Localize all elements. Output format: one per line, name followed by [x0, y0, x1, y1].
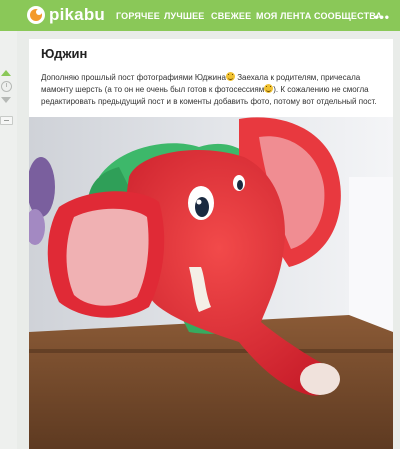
logo-text: pikabu — [49, 5, 105, 24]
nav-item-new[interactable]: СВЕЖЕЕ — [211, 0, 251, 31]
smile-emoji-icon — [225, 72, 235, 81]
post-text-part: Дополняю прошлый пост фотографиями Юджин… — [41, 73, 226, 82]
more-dots-icon[interactable]: ••• — [374, 10, 390, 24]
smile-emoji-icon — [264, 84, 274, 93]
nav-item-hot[interactable]: ГОРЯЧЕЕ — [116, 0, 160, 31]
nav-item-label: СООБЩЕСТВА — [314, 10, 383, 21]
post-photo[interactable] — [29, 117, 393, 449]
clock-icon[interactable] — [1, 81, 12, 92]
elephant-toy-photo — [29, 117, 393, 449]
post-text: Дополняю прошлый пост фотографиями Юджин… — [41, 72, 386, 108]
downvote-arrow-icon[interactable] — [1, 97, 11, 103]
post-title[interactable]: Юджин — [41, 46, 87, 61]
nav-item-my-feed[interactable]: МОЯ ЛЕНТА — [256, 0, 311, 31]
pikabu-logo[interactable]: pikabu — [27, 5, 105, 25]
nav-item-label: СВЕЖЕЕ — [211, 10, 252, 21]
post-side-panel — [0, 31, 17, 449]
flag-icon[interactable] — [0, 116, 13, 125]
nav-item-best[interactable]: ЛУЧШЕЕ — [164, 0, 205, 31]
nav-item-label: ЛУЧШЕЕ — [164, 10, 205, 21]
pikabu-logo-icon — [27, 6, 45, 24]
nav-item-label: ГОРЯЧЕЕ — [116, 10, 160, 21]
nav-item-communities[interactable]: СООБЩЕСТВА — [314, 0, 382, 31]
top-navigation-bar: pikabu ГОРЯЧЕЕ ЛУЧШЕЕ СВЕЖЕЕ МОЯ ЛЕНТА С… — [0, 0, 400, 31]
upvote-arrow-icon[interactable] — [1, 70, 11, 76]
post-card: Юджин Дополняю прошлый пост фотографиями… — [29, 39, 393, 449]
nav-item-label: МОЯ ЛЕНТА — [256, 10, 312, 21]
